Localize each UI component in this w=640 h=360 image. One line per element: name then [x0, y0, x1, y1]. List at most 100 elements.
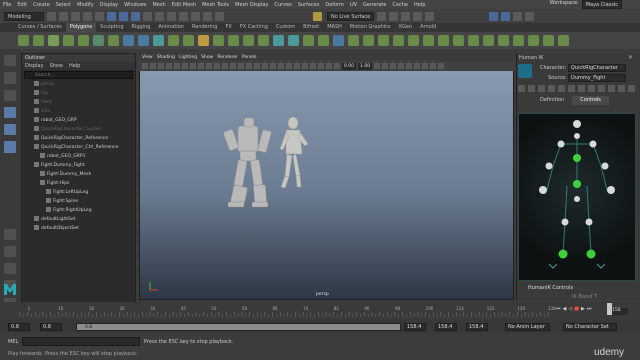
outliner-item[interactable]: Fight:Dummy_Mesh	[22, 170, 135, 179]
viewport-tool-icon[interactable]	[150, 63, 156, 69]
step-back-icon[interactable]: ◀	[563, 306, 567, 312]
hik-tool-icon[interactable]	[588, 85, 595, 92]
go-to-start-icon[interactable]: ⏮	[556, 306, 561, 312]
viewport-tool-icon[interactable]	[254, 63, 260, 69]
tab-bifrost[interactable]: Bifrost	[299, 23, 323, 32]
viewport-tool-icon[interactable]	[262, 63, 268, 69]
lasso-tool-icon[interactable]	[4, 72, 16, 84]
go-to-end-icon[interactable]: ⏭	[587, 306, 592, 312]
outliner-item[interactable]: Fight:Spine	[22, 197, 135, 206]
shelf-tool-icon[interactable]	[213, 35, 224, 46]
shelf-tool-icon[interactable]	[543, 35, 554, 46]
shelf-tool-icon[interactable]	[408, 35, 419, 46]
menu-create[interactable]: Create	[30, 2, 53, 8]
viewport-tool-icon[interactable]	[382, 63, 389, 69]
viewport-tool-icon[interactable]	[270, 63, 276, 69]
shelf-tool-icon[interactable]	[363, 35, 374, 46]
shelf-tool-icon[interactable]	[198, 35, 209, 46]
viewport-tool-icon[interactable]	[166, 63, 172, 69]
hik-tool-icon[interactable]	[608, 85, 615, 92]
menu-modify[interactable]: Modify	[74, 2, 97, 8]
shelf-tool-icon[interactable]	[93, 35, 104, 46]
tab-definition[interactable]: Definition	[518, 96, 572, 105]
select-component-icon[interactable]	[131, 11, 140, 21]
hik-tool-icon[interactable]	[578, 85, 585, 92]
viewport-menu-lighting[interactable]: Lighting	[179, 55, 197, 60]
menu-generate[interactable]: Generate	[360, 2, 389, 8]
viewport-tool-icon[interactable]	[230, 63, 236, 69]
shelf-tool-icon[interactable]	[288, 35, 299, 46]
hik-tool-icon[interactable]	[598, 85, 605, 92]
outliner-menu-show[interactable]: Show	[49, 62, 63, 70]
outliner-item[interactable]: front	[22, 98, 135, 107]
shelf-tool-icon[interactable]	[513, 35, 524, 46]
select-hierarchy-icon[interactable]	[107, 11, 116, 21]
menu-mesh-display[interactable]: Mesh Display	[232, 2, 271, 8]
menu-cache[interactable]: Cache	[389, 2, 411, 8]
menu-mesh-tools[interactable]: Mesh Tools	[199, 2, 232, 8]
rotate-tool-icon[interactable]	[4, 124, 16, 136]
hypershade-icon[interactable]	[425, 11, 435, 21]
shelf-tool-icon[interactable]	[168, 35, 179, 46]
snap-grid-icon[interactable]	[179, 11, 188, 21]
near-clip-field[interactable]: 0.00	[342, 62, 357, 70]
shelf-tool-icon[interactable]	[63, 35, 74, 46]
panel-toggle-icon[interactable]	[489, 11, 499, 21]
select-tool-icon[interactable]	[4, 55, 16, 67]
shelf-tool-icon[interactable]	[138, 35, 149, 46]
script-language-label[interactable]: MEL	[8, 339, 18, 345]
tab-arnold[interactable]: Arnold	[416, 23, 440, 32]
hik-tool-icon[interactable]	[558, 85, 565, 92]
character-set-dropdown[interactable]: No Character Set	[563, 323, 617, 331]
play-back-icon[interactable]: ◁	[568, 306, 572, 312]
tab-controls[interactable]: Controls	[572, 96, 609, 105]
shelf-tool-icon[interactable]	[228, 35, 239, 46]
far-clip-field[interactable]: 1.00	[358, 62, 373, 70]
layout-single-icon[interactable]	[4, 245, 16, 258]
tab-polygons[interactable]: Polygons	[65, 23, 97, 32]
hik-tool-icon[interactable]	[618, 85, 625, 92]
snap-curve-icon[interactable]	[191, 11, 200, 21]
outliner-menu-help[interactable]: Help	[69, 62, 80, 70]
open-scene-icon[interactable]	[59, 11, 68, 21]
layout-four-icon[interactable]	[4, 263, 16, 275]
viewport-tool-icon[interactable]	[318, 63, 324, 69]
outliner-item[interactable]: QuickRigCharacter_Ctrl_Reference	[22, 143, 135, 152]
hik-tool-icon[interactable]	[568, 85, 575, 92]
viewport-menu-renderer[interactable]: Renderer	[217, 55, 238, 60]
menu-surfaces[interactable]: Surfaces	[295, 2, 323, 8]
scale-tool-icon[interactable]	[4, 141, 16, 153]
selection-mask-icon[interactable]	[143, 11, 152, 21]
outliner-item[interactable]: defaultLightSet	[22, 215, 135, 224]
menu-file[interactable]: File	[0, 2, 14, 8]
tab-fx-caching[interactable]: FX Caching	[236, 23, 272, 32]
close-icon[interactable]: ✕	[628, 54, 635, 61]
viewport-tool-icon[interactable]	[302, 63, 308, 69]
viewport-tool-icon[interactable]	[286, 63, 292, 69]
workspace-dropdown[interactable]: Maya Classic	[581, 0, 622, 9]
redo-icon[interactable]	[95, 11, 104, 21]
history-icon[interactable]	[377, 11, 387, 21]
shelf-tool-icon[interactable]	[333, 35, 344, 46]
current-frame-field[interactable]: 158	[612, 308, 628, 315]
hik-tool-icon[interactable]	[628, 85, 635, 92]
hik-tool-icon[interactable]	[548, 85, 555, 92]
shelf-tool-icon[interactable]	[303, 35, 314, 46]
snap-point-icon[interactable]	[203, 11, 212, 21]
render-settings-icon[interactable]	[413, 11, 423, 21]
outliner-item[interactable]: Fight:RightUpLeg	[22, 206, 135, 215]
playback-start-field[interactable]: 0.8	[40, 323, 62, 331]
shelf-tool-icon[interactable]	[153, 35, 164, 46]
selection-mask-icon[interactable]	[167, 11, 176, 21]
live-surface-field[interactable]: No Live Surface	[327, 11, 375, 21]
shelf-tool-icon[interactable]	[558, 35, 569, 46]
viewport-tool-icon[interactable]	[246, 63, 252, 69]
shelf-tool-icon[interactable]	[33, 35, 44, 46]
tab-fx[interactable]: FX	[222, 23, 236, 32]
shelf-tool-icon[interactable]	[423, 35, 434, 46]
viewport-tool-icon[interactable]	[278, 63, 284, 69]
move-tool-icon[interactable]	[4, 106, 16, 119]
outliner-item[interactable]: side	[22, 107, 135, 116]
viewport-tool-icon[interactable]	[206, 63, 212, 69]
tab-rendering[interactable]: Rendering	[188, 23, 222, 32]
